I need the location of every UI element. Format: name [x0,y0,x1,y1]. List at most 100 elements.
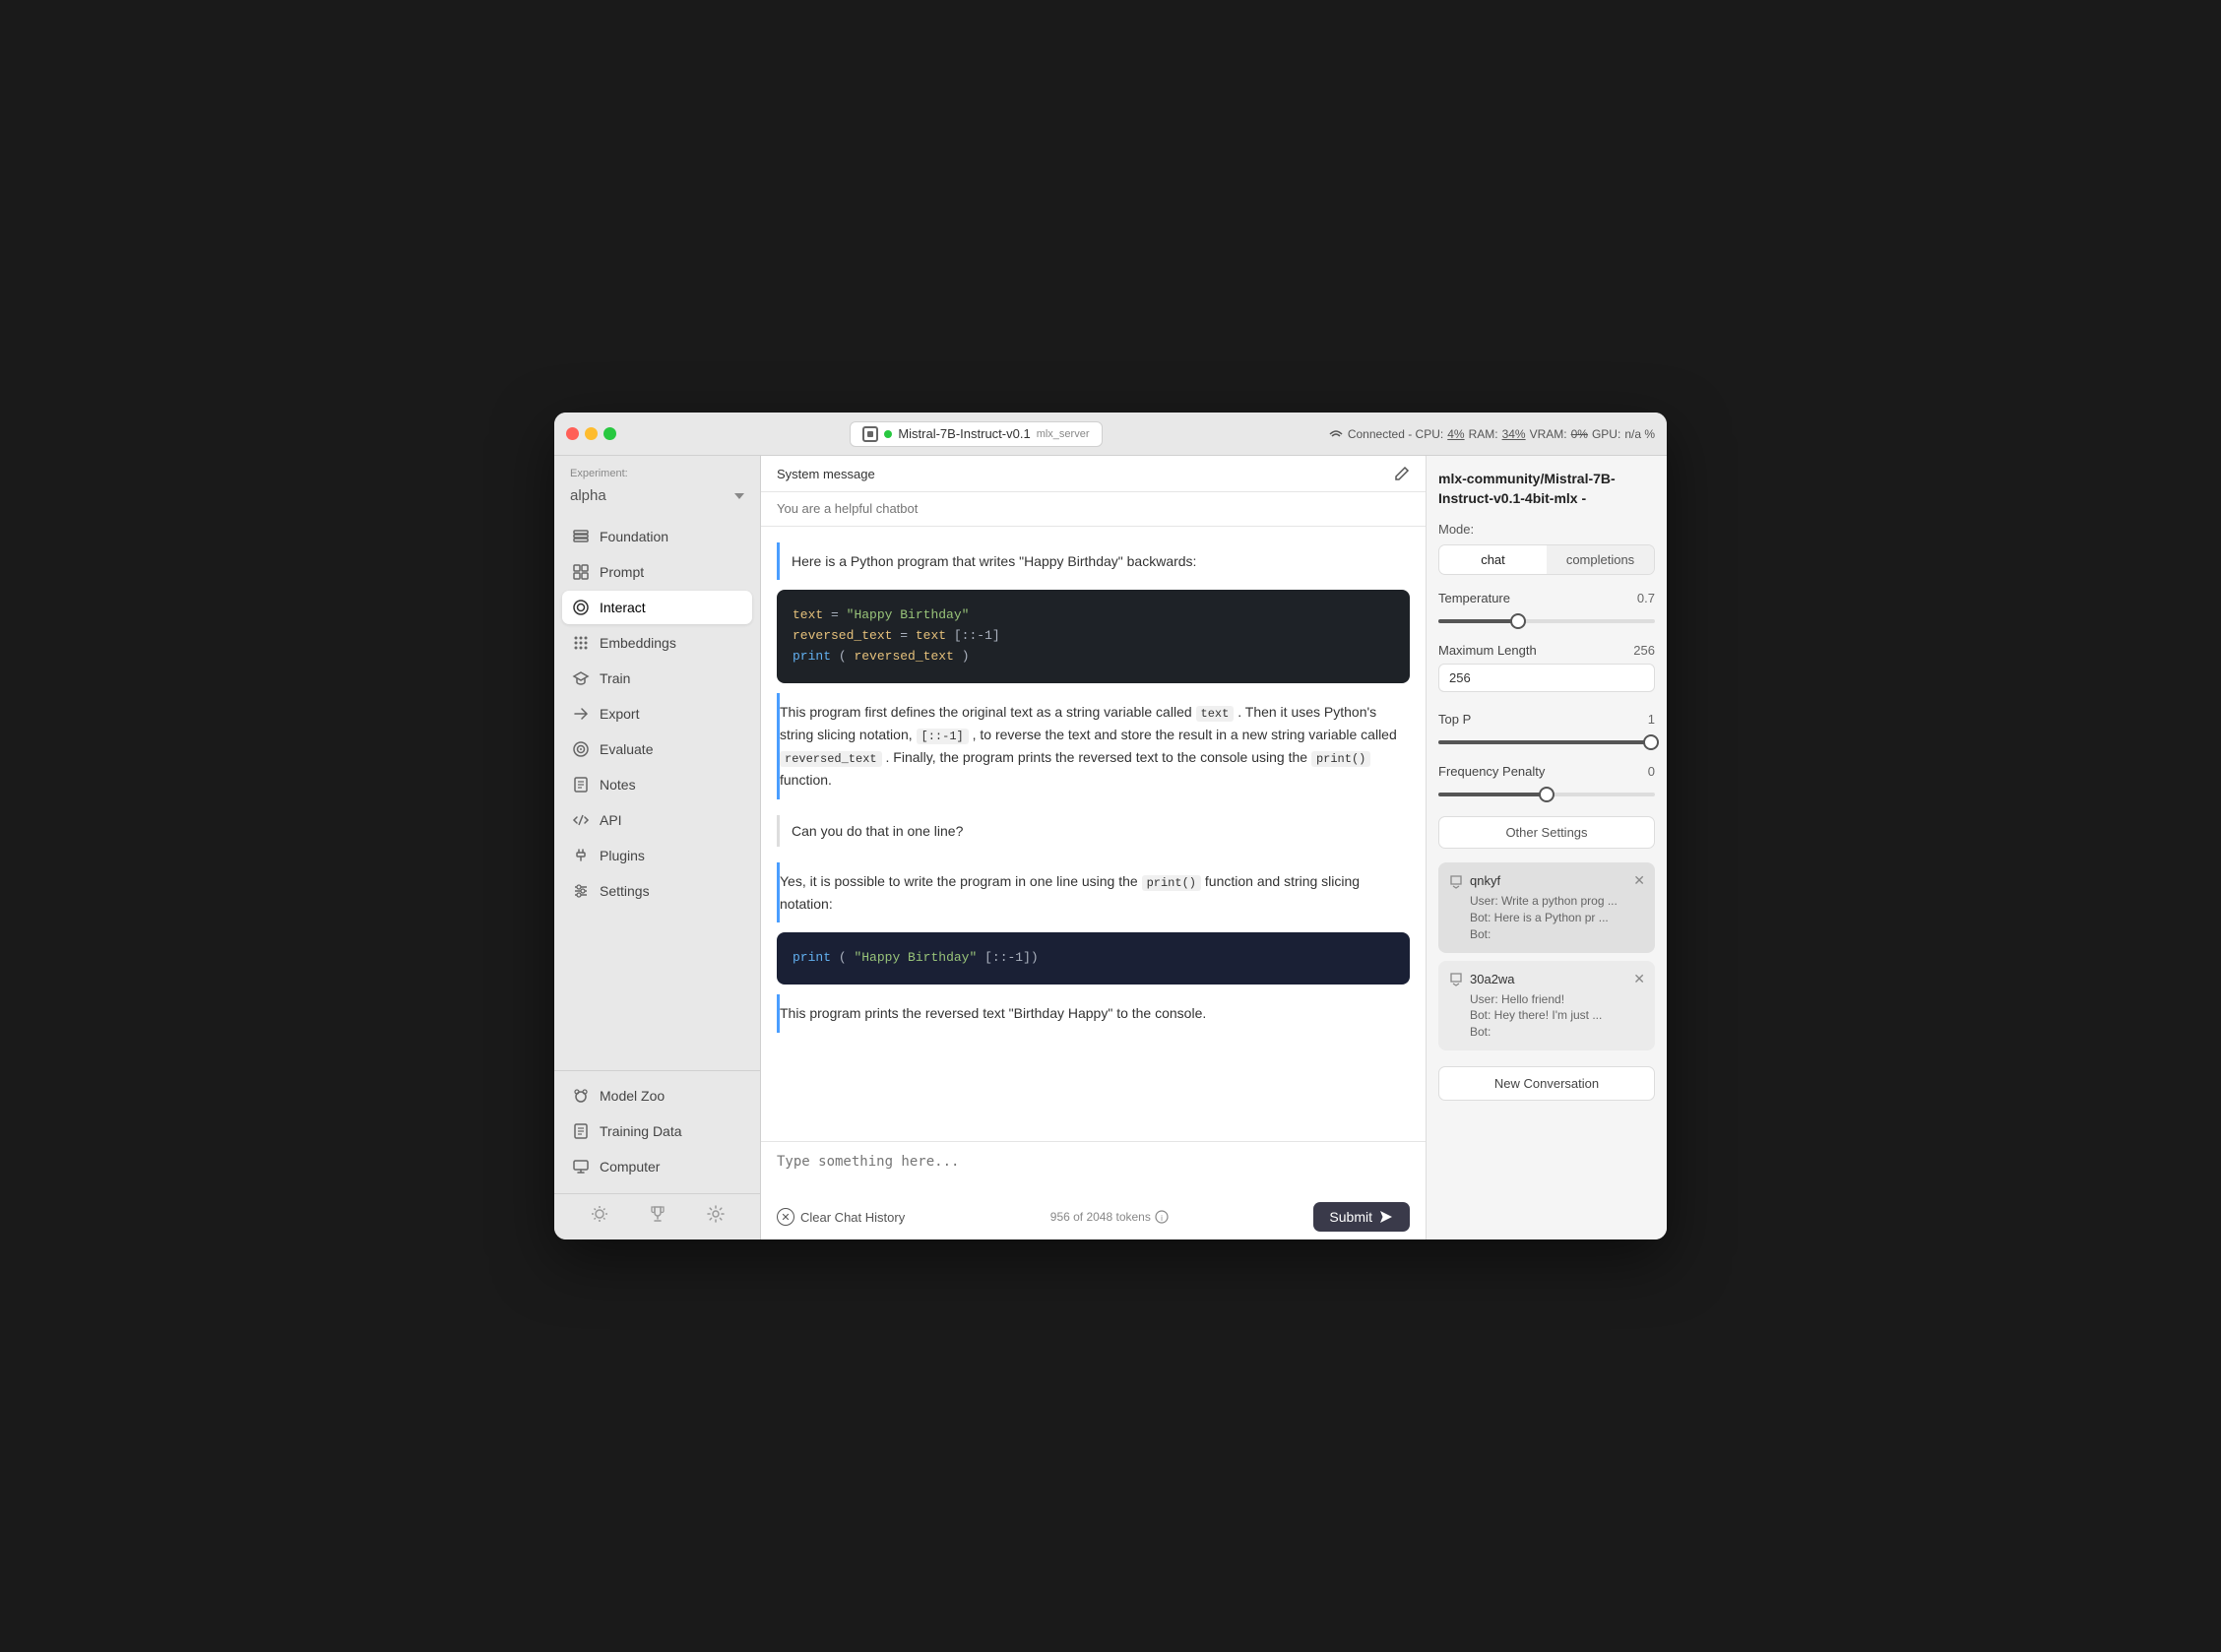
chat-area: System message Here is a Python program … [761,456,1426,1239]
stop-icon[interactable] [862,426,878,442]
mode-label: Mode: [1438,522,1655,537]
temperature-section: Temperature 0.7 [1438,591,1655,631]
message-block-3: Yes, it is possible to write the program… [777,862,1410,1033]
user-text-1: Can you do that in one line? [792,823,963,839]
close-button[interactable] [566,427,579,440]
sidebar-item-train[interactable]: Train [562,662,752,695]
sidebar-item-settings[interactable]: Settings [562,874,752,908]
inline-code: text [1196,706,1235,722]
edit-system-message-button[interactable] [1394,466,1410,481]
user-message-1: Can you do that in one line? [777,815,1410,847]
model-badge[interactable]: Mistral-7B-Instruct-v0.1 mlx_server [850,421,1102,447]
submit-button[interactable]: Submit [1313,1202,1410,1232]
max-length-value-label: 256 [1633,643,1655,658]
traffic-lights [566,427,616,440]
freq-penalty-slider[interactable] [1438,785,1655,804]
conv-close-2[interactable]: ✕ [1633,971,1645,987]
send-icon [1378,1209,1394,1225]
system-message-field[interactable] [777,501,1410,516]
computer-label: Computer [600,1159,660,1175]
code-token: text [916,628,946,643]
model-zoo-label: Model Zoo [600,1088,665,1104]
gpu-label: GPU: [1592,427,1620,441]
sidebar-item-training-data[interactable]: Training Data [562,1114,752,1148]
sun-icon[interactable] [590,1204,609,1224]
conv-user-1: User: Write a python prog ... [1470,893,1645,910]
main-content: Experiment: alpha Foundation [554,456,1667,1239]
maximize-button[interactable] [603,427,616,440]
training-data-label: Training Data [600,1123,682,1139]
code-token: text [793,607,823,622]
code-block-2: print ( "Happy Birthday" [::-1]) [777,932,1410,985]
target-icon [572,740,590,758]
model-title: mlx-community/Mistral-7B-Instruct-v0.1-4… [1438,470,1655,508]
code-block-1: text = "Happy Birthday" reversed_text = … [777,590,1410,682]
inline-code-3: reversed_text [780,751,882,767]
mode-completions-button[interactable]: completions [1547,545,1654,574]
submit-label: Submit [1329,1209,1372,1225]
top-p-label: Top P [1438,712,1471,727]
trophy-icon[interactable] [648,1204,667,1224]
token-info: 956 of 2048 tokens i [1050,1210,1169,1224]
clear-chat-button[interactable]: ✕ Clear Chat History [777,1208,905,1226]
bot-message-3: Yes, it is possible to write the program… [777,862,1410,923]
embeddings-label: Embeddings [600,635,676,651]
model-name: Mistral-7B-Instruct-v0.1 [898,426,1030,441]
sidebar-item-notes[interactable]: Notes [562,768,752,801]
sidebar-item-plugins[interactable]: Plugins [562,839,752,872]
top-p-slider[interactable] [1438,732,1655,752]
mode-chat-button[interactable]: chat [1439,545,1547,574]
sidebar-item-api[interactable]: API [562,803,752,837]
prompt-label: Prompt [600,564,644,580]
temperature-slider[interactable] [1438,611,1655,631]
chevron-down-icon [734,493,744,499]
temperature-label: Temperature [1438,591,1510,605]
grid-icon [572,563,590,581]
minimize-button[interactable] [585,427,598,440]
sidebar-item-prompt[interactable]: Prompt [562,555,752,589]
bot-text-1: Here is a Python program that writes "Ha… [792,553,1196,569]
freq-penalty-section: Frequency Penalty 0 [1438,764,1655,804]
inline-code-2: [::-1] [917,729,969,744]
freq-penalty-header: Frequency Penalty 0 [1438,764,1655,779]
conv-name-2: 30a2wa [1470,972,1515,986]
sidebar-item-interact[interactable]: Interact [562,591,752,624]
conv-icon-1 [1448,873,1464,889]
conv-preview-2: User: Hello friend! Bot: Hey there! I'm … [1448,991,1645,1041]
conversation-item-1[interactable]: qnkyf ✕ User: Write a python prog ... Bo… [1438,862,1655,952]
ram-value: 34% [1502,427,1526,441]
sidebar-item-embeddings[interactable]: Embeddings [562,626,752,660]
code-token: "Happy Birthday" [847,607,970,622]
sidebar-item-foundation[interactable]: Foundation [562,520,752,553]
conv-bot-1: Bot: Here is a Python pr ... [1470,910,1645,926]
token-count: 956 of 2048 tokens [1050,1210,1151,1224]
layers-icon [572,528,590,545]
evaluate-label: Evaluate [600,741,653,757]
document-icon [572,1122,590,1140]
other-settings-button[interactable]: Other Settings [1438,816,1655,849]
conv-name-1: qnkyf [1470,873,1500,888]
bot-message-4: This program prints the reversed text "B… [777,994,1410,1032]
new-conversation-button[interactable]: New Conversation [1438,1066,1655,1101]
conversation-item-2[interactable]: 30a2wa ✕ User: Hello friend! Bot: Hey th… [1438,961,1655,1050]
experiment-selector[interactable]: alpha [554,483,760,508]
right-panel: mlx-community/Mistral-7B-Instruct-v0.1-4… [1426,456,1667,1239]
code-token: ( [839,950,847,965]
titlebar: Mistral-7B-Instruct-v0.1 mlx_server Conn… [554,413,1667,456]
sidebar-item-evaluate[interactable]: Evaluate [562,732,752,766]
max-length-header: Maximum Length 256 [1438,643,1655,658]
cpu-value: 4% [1447,427,1464,441]
conversations-section: qnkyf ✕ User: Write a python prog ... Bo… [1438,862,1655,1226]
top-p-value: 1 [1648,712,1655,727]
sidebar-nav: Foundation Prompt [554,520,760,1062]
experiment-name: alpha [570,487,606,504]
max-length-input[interactable] [1438,664,1655,692]
sidebar-item-model-zoo[interactable]: Model Zoo [562,1079,752,1112]
code-token: [::-1]) [984,950,1039,965]
gear-icon[interactable] [706,1204,726,1224]
sidebar-item-computer[interactable]: Computer [562,1150,752,1183]
sidebar-item-export[interactable]: Export [562,697,752,731]
conv-close-1[interactable]: ✕ [1633,872,1645,889]
code-token: print [793,950,831,965]
chat-input-field[interactable] [777,1154,1410,1189]
